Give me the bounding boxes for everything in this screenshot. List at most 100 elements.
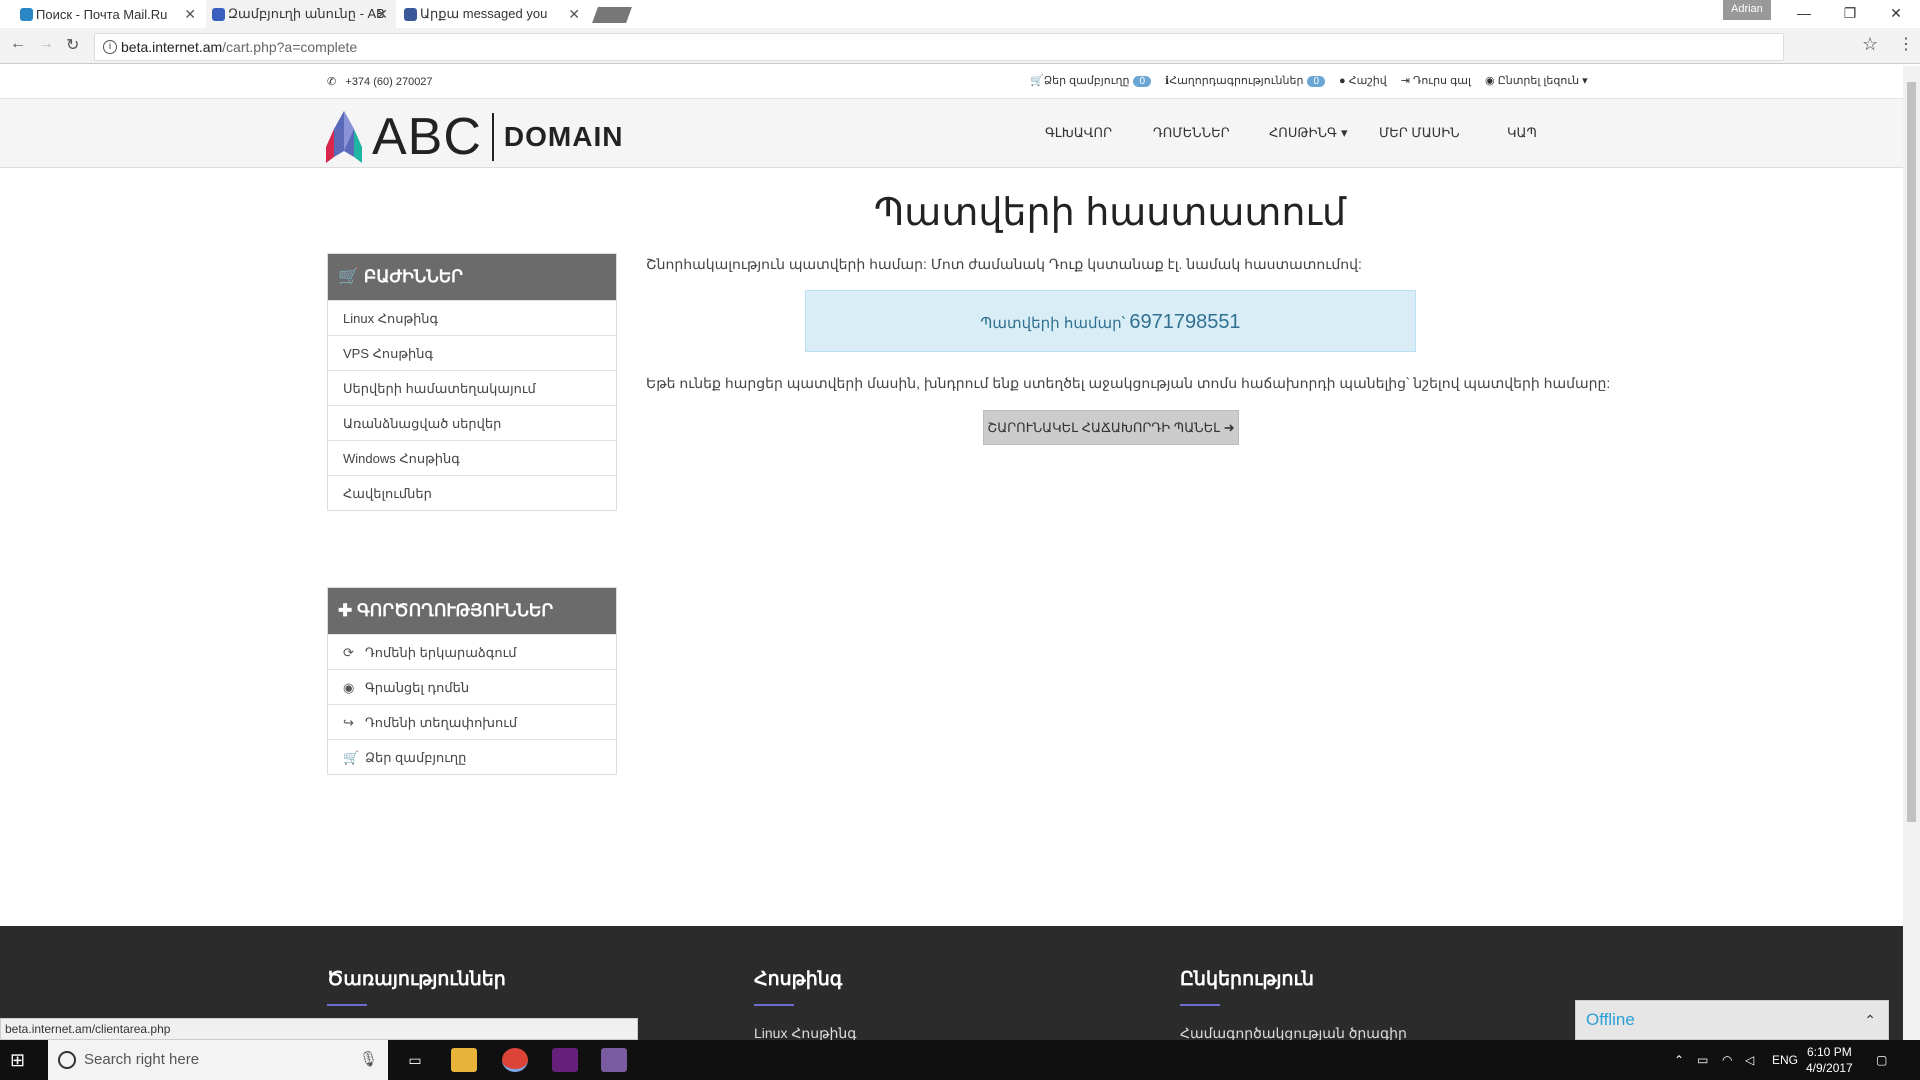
scrollbar-thumb[interactable]	[1907, 82, 1916, 822]
cortana-icon	[58, 1051, 76, 1069]
actions-panel: ✚ ԳՈՐԾՈՂՈՒԹՅՈՒՆՆԵՐ ⟳ Դոմենի երկարաձգում ◉…	[327, 587, 617, 775]
phone-info: ✆ +374 (60) 270027	[327, 75, 433, 88]
restore-icon[interactable]: ❐	[1827, 0, 1873, 26]
notifications-link[interactable]: ℹՀաղորդագրություններ 0	[1165, 74, 1325, 87]
address-bar[interactable]: i beta.internet.am/cart.php?a=complete	[94, 33, 1784, 61]
logout-icon: ⇥	[1400, 75, 1410, 87]
back-icon[interactable]: ←	[10, 35, 26, 53]
app-icon[interactable]	[601, 1048, 627, 1072]
nav-item-home[interactable]: ԳԼԽԱՎՈՐ	[1045, 125, 1131, 141]
action-renew-domain[interactable]: ⟳ Դոմենի երկարաձգում	[328, 634, 616, 669]
confirmation-text: Շնորհակալություն պատվերի համար: Մոտ ժամա…	[646, 256, 1362, 272]
tab-strip: Поиск - Почта Mail.Ru ✕ Զամբյուղի անունը…	[0, 0, 1920, 28]
footer-title-services: Ծառայություններ	[327, 969, 506, 990]
minimize-icon[interactable]: —	[1781, 0, 1827, 26]
nav-item-about[interactable]: ՄԵՐ ՄԱՍԻՆ	[1379, 125, 1469, 141]
toolbar: ← → ↻ i beta.internet.am/cart.php?a=comp…	[0, 28, 1920, 64]
battery-icon[interactable]: ▭	[1697, 1040, 1708, 1080]
taskbar-search[interactable]: Search right here 🎙	[48, 1040, 388, 1080]
plus-icon: ✚	[338, 601, 353, 620]
task-view-icon[interactable]: ▭	[402, 1048, 428, 1072]
close-tab-icon[interactable]: ✕	[568, 6, 580, 23]
chat-status: Offline	[1586, 1010, 1635, 1029]
file-explorer-icon[interactable]	[451, 1048, 477, 1072]
status-url-bubble: beta.internet.am/clientarea.php	[0, 1018, 638, 1040]
actions-header: ✚ ԳՈՐԾՈՂՈՒԹՅՈՒՆՆԵՐ	[328, 588, 616, 634]
action-view-cart[interactable]: 🛒 Ձեր զամբյուղը	[328, 739, 616, 774]
microphone-icon[interactable]: 🎙	[359, 1040, 378, 1080]
cart-link[interactable]: 🛒Ձեր զամբյուղը 0	[1030, 74, 1152, 87]
windows-start-icon[interactable]: ⊞	[10, 1050, 25, 1071]
footer-underline	[754, 1004, 794, 1006]
sidebar-item-dedicated[interactable]: Առանձնացված սերվեր	[328, 405, 616, 440]
close-tab-icon[interactable]: ✕	[184, 6, 196, 23]
notifications-icon[interactable]: ▢	[1876, 1040, 1887, 1080]
nav-item-domains[interactable]: ԴՈՄԵՆՆԵՐ	[1153, 125, 1237, 141]
clock[interactable]: 6:10 PM 4/9/2017	[1806, 1044, 1853, 1076]
wifi-icon[interactable]: ◠	[1722, 1040, 1732, 1080]
mail-favicon-icon	[20, 8, 33, 21]
sections-header: 🛒 ԲԱԺԻՆՆԵՐ	[328, 254, 616, 300]
site-topbar: ✆ +374 (60) 270027 🛒Ձեր զամբյուղը 0 ℹՀաղո…	[0, 66, 1903, 98]
globe-icon: ◉	[343, 680, 355, 695]
nav-item-hosting[interactable]: ՀՈՍԹԻՆԳ	[1269, 125, 1337, 141]
notifications-count-badge: 0	[1307, 76, 1325, 87]
language-indicator[interactable]: ENG	[1772, 1040, 1798, 1080]
chat-widget[interactable]: Offline ⌃	[1575, 1000, 1889, 1040]
taskbar: ⊞ Search right here 🎙 ▭ ⌃ ▭ ◠ ◁ ENG 6:10…	[0, 1040, 1920, 1080]
order-number-label: Պատվերի համար՝	[980, 315, 1126, 332]
sections-title: ԲԱԺԻՆՆԵՐ	[363, 267, 463, 286]
action-register-domain[interactable]: ◉ Գրանցել դոմեն	[328, 669, 616, 704]
search-placeholder: Search right here	[84, 1051, 200, 1068]
tab-cart[interactable]: Զամբյուղի անունը - AB ✕	[206, 0, 396, 28]
forward-icon[interactable]: →	[38, 35, 54, 53]
continue-client-area-button[interactable]: ՇԱՐՈՒՆԱԿԵԼ ՀԱՃԱԽՈՐԴԻ ՊԱՆԵԼ ➜	[983, 410, 1239, 445]
rocket-logo-icon	[326, 111, 362, 163]
close-window-icon[interactable]: ✕	[1873, 0, 1919, 26]
cart-label: Ձեր զամբյուղը	[1043, 75, 1130, 87]
footer-underline	[327, 1004, 367, 1006]
action-transfer-domain[interactable]: ↪ Դոմենի տեղափոխում	[328, 704, 616, 739]
visual-studio-icon[interactable]	[552, 1048, 578, 1072]
footer-underline	[1180, 1004, 1220, 1006]
chevron-up-icon[interactable]: ⌃	[1674, 1040, 1684, 1080]
site-favicon-icon	[212, 8, 225, 21]
logo-abc-text: ABC	[372, 108, 482, 166]
volume-icon[interactable]: ◁	[1745, 1040, 1754, 1080]
reload-icon[interactable]: ↻	[66, 35, 79, 55]
profile-button[interactable]: Adrian	[1723, 0, 1771, 20]
sidebar-item-windows[interactable]: Windows Հոսթինգ	[328, 440, 616, 475]
language-select[interactable]: ◉ Ընտրել լեզուն ▾	[1485, 74, 1588, 87]
sidebar-item-linux[interactable]: Linux Հոսթինգ	[328, 300, 616, 335]
footer-title-company: Ընկերություն	[1180, 969, 1314, 990]
help-text: Եթե ունեք հարցեր պատվերի մասին, խնդրում …	[646, 375, 1611, 391]
account-link[interactable]: ● Հաշիվ	[1339, 74, 1387, 87]
close-tab-icon[interactable]: ✕	[376, 6, 388, 23]
phone-icon: ✆	[327, 76, 337, 88]
bookmark-star-icon[interactable]: ☆	[1862, 34, 1878, 55]
tab-mail[interactable]: Поиск - Почта Mail.Ru ✕	[14, 0, 204, 28]
logout-link[interactable]: ⇥ Դուրս գալ	[1401, 74, 1471, 87]
sidebar-item-colocation[interactable]: Սերվերի համատեղակայում	[328, 370, 616, 405]
action-label: Դոմենի տեղափոխում	[365, 715, 518, 730]
tab-facebook[interactable]: Արքա messaged you ✕	[398, 0, 588, 28]
logo[interactable]: ABC DOMAIN	[326, 107, 623, 167]
cart-icon: 🛒	[338, 267, 360, 286]
sidebar-item-addons[interactable]: Հավելումներ	[328, 475, 616, 510]
cart-icon: 🛒	[1030, 75, 1044, 87]
info-icon[interactable]: i	[103, 40, 117, 54]
sections-panel: 🛒 ԲԱԺԻՆՆԵՐ Linux Հոսթինգ VPS Հոսթինգ Սեր…	[327, 253, 617, 511]
nav-item-contact[interactable]: ԿԱՊ	[1507, 125, 1547, 141]
menu-icon[interactable]: ⋮	[1898, 34, 1914, 54]
tab-title: Поиск - Почта Mail.Ru	[36, 6, 168, 22]
globe-icon: ◉	[1485, 75, 1495, 87]
refresh-icon: ⟳	[343, 645, 354, 660]
hosting-caret-down-icon[interactable]: ▾	[1333, 125, 1377, 141]
logo-separator	[491, 113, 494, 161]
chrome-icon[interactable]	[502, 1048, 528, 1072]
new-tab-button[interactable]	[592, 7, 632, 23]
sidebar-item-vps[interactable]: VPS Հոսթինգ	[328, 335, 616, 370]
user-icon: ●	[1339, 75, 1346, 87]
chevron-up-icon[interactable]: ⌃	[1864, 1001, 1876, 1039]
phone-number: +374 (60) 270027	[345, 76, 433, 88]
